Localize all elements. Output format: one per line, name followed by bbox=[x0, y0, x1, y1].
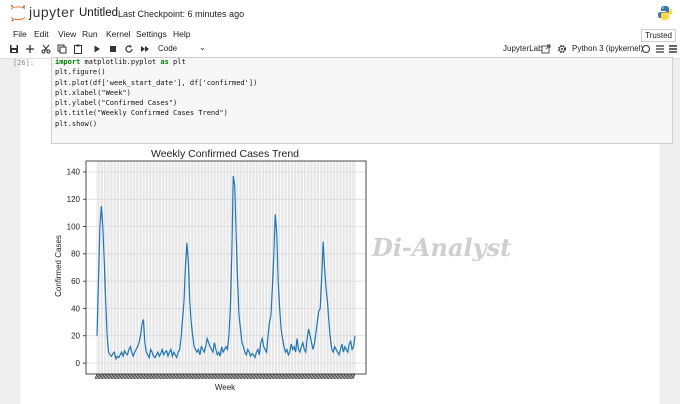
y-tick-label: 20 bbox=[71, 332, 80, 341]
x-axis-label: Week bbox=[215, 383, 236, 392]
line-chart: Weekly Confirmed Cases Trend 0 20 40 60 80 10… bbox=[54, 148, 367, 392]
y-axis-ticks: 0 20 40 60 80 100 120 140 bbox=[67, 168, 86, 368]
y-tick-label: 60 bbox=[71, 277, 80, 286]
y-tick-label: 100 bbox=[67, 222, 81, 231]
y-tick-label: 0 bbox=[76, 359, 81, 368]
y-axis-label: Confirmed Cases bbox=[54, 235, 63, 297]
watermark-logo: Di-Analyst bbox=[372, 233, 512, 262]
y-tick-label: 80 bbox=[71, 250, 80, 259]
y-tick-label: 120 bbox=[67, 195, 81, 204]
y-tick-label: 140 bbox=[67, 168, 81, 177]
x-axis-ticks bbox=[94, 373, 356, 380]
chart-title: Weekly Confirmed Cases Trend bbox=[151, 148, 299, 160]
y-tick-label: 40 bbox=[71, 304, 80, 313]
